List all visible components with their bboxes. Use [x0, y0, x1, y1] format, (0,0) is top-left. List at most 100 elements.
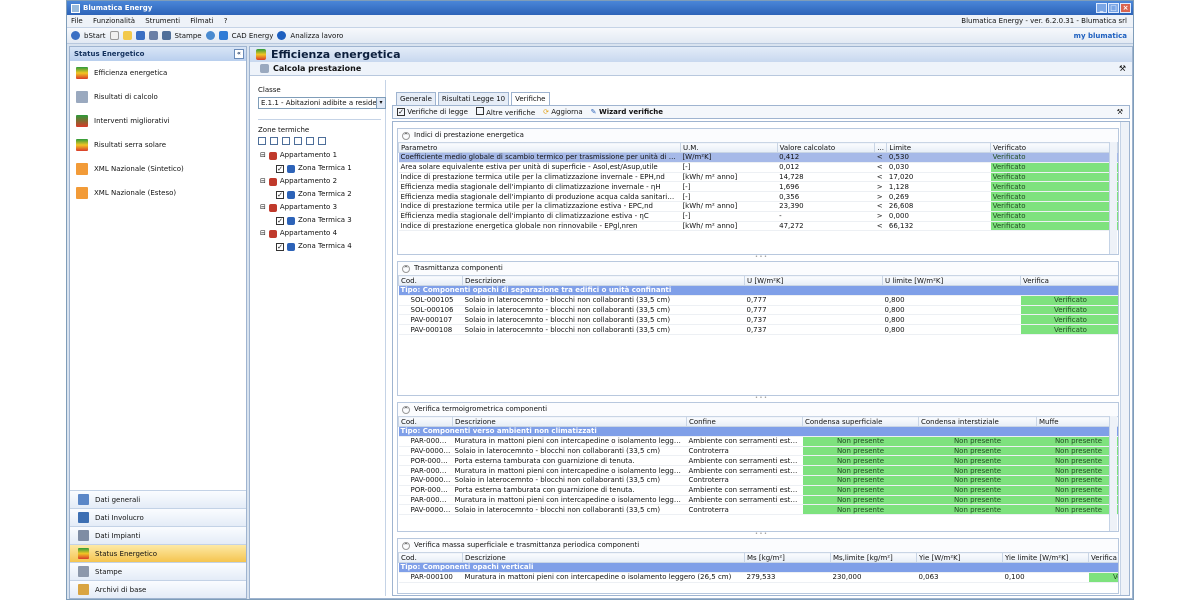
col-header[interactable]: Verifica	[1088, 552, 1118, 563]
wizard-verifiche-button[interactable]: ✎ Wizard verifiche	[591, 108, 663, 116]
table-scrollbar[interactable]	[1109, 416, 1117, 531]
col-header[interactable]: Valore calcolato	[776, 142, 876, 153]
menu-file[interactable]: File	[71, 17, 83, 25]
table-row[interactable]: PAV-000098 Solaio in laterocemnto - blocc…	[398, 504, 1118, 516]
col-header[interactable]: Limite	[886, 142, 992, 153]
indici-header[interactable]: ^ Indici di prestazione energetica	[398, 129, 1118, 142]
col-header[interactable]: Condensa interstiziale	[918, 416, 1037, 427]
table-row[interactable]: Indice di prestazione termica utile per …	[398, 172, 1118, 183]
sidebar-item-interventi[interactable]: Interventi migliorativi	[70, 109, 246, 133]
tree-node-appartamento[interactable]: ⊟ Appartamento 3	[254, 201, 385, 214]
table-row[interactable]: POR-000099 Porta esterna tamburata con gu…	[398, 455, 1118, 467]
nav-status-energetico[interactable]: Status Energetico	[70, 544, 246, 562]
nav-dati-involucro[interactable]: Dati Involucro	[70, 508, 246, 526]
col-header[interactable]: ...	[874, 142, 888, 153]
open-folder-icon[interactable]	[122, 31, 132, 40]
close-button[interactable]: ×	[1120, 3, 1131, 13]
sidebar-item-risultati[interactable]: Risultati di calcolo	[70, 85, 246, 109]
check-all-icon[interactable]	[258, 137, 266, 145]
col-header[interactable]: Verificato	[990, 142, 1118, 153]
settings-icon[interactable]	[318, 137, 326, 145]
tree-node-appartamento[interactable]: ⊟ Appartamento 2	[254, 175, 385, 188]
collapse-icon[interactable]: ^	[402, 405, 410, 414]
aggiorna-button[interactable]: ⟳ Aggiorna	[543, 108, 583, 116]
table-row[interactable]: Indice di prestazione termica utile per …	[398, 201, 1118, 212]
nav-archivi[interactable]: Archivi di base	[70, 580, 246, 598]
menu-strumenti[interactable]: Strumenti	[145, 17, 180, 25]
table-row[interactable]: Efficienza media stagionale dell'impiant…	[398, 191, 1118, 202]
maximize-button[interactable]: □	[1108, 3, 1119, 13]
col-header[interactable]: Yie [W/m²K]	[916, 552, 1003, 563]
table-row[interactable]: PAV-000098 Solaio in laterocemnto - blocc…	[398, 475, 1118, 486]
col-header[interactable]: Ms,limite [kg/m²]	[830, 552, 917, 563]
col-header[interactable]: Muffe	[1036, 416, 1118, 427]
analizza-lavoro-button[interactable]: Analizza lavoro	[290, 28, 343, 44]
tab-generale[interactable]: Generale	[396, 92, 436, 105]
termo-header[interactable]: ^ Verifica termoigrometrica componenti	[398, 403, 1118, 416]
tree-node-zona[interactable]: ✓ Zona Termica 1	[254, 162, 385, 175]
verifiche-di-legge-toggle[interactable]: ✓ Verifiche di legge	[397, 108, 468, 116]
group-row[interactable]: Tipo: Componenti opachi di separazione t…	[398, 285, 1118, 296]
nav-dati-generali[interactable]: Dati generali	[70, 490, 246, 508]
collapse-icon[interactable]: ^	[402, 541, 410, 550]
tree-node-zona[interactable]: ✓ Zona Termica 2	[254, 188, 385, 201]
col-header[interactable]: Descrizione	[462, 275, 745, 286]
altre-verifiche-toggle[interactable]: Altre verifiche	[475, 107, 535, 117]
table-row[interactable]: POR-000099 Porta esterna tamburata con gu…	[398, 485, 1118, 496]
col-header[interactable]: Cod.	[398, 416, 453, 427]
col-header[interactable]: Ms [kg/m²]	[744, 552, 831, 563]
table-row[interactable]: Indice di prestazione energetica globale…	[398, 221, 1118, 232]
cad-energy-button[interactable]: CAD Energy	[232, 28, 274, 44]
menu-help[interactable]: ?	[224, 17, 228, 25]
tree-node-zona[interactable]: ✓ Zona Termica 4	[254, 240, 385, 253]
table-row[interactable]: Coefficiente medio globale di scambio te…	[398, 152, 1118, 163]
sidebar-item-efficienza[interactable]: Efficienza energetica	[70, 61, 246, 85]
zone-checkbox[interactable]: ✓	[276, 164, 284, 173]
zone-checkbox[interactable]: ✓	[276, 190, 284, 199]
col-header[interactable]: U [W/m²K]	[744, 275, 883, 286]
bstart-button[interactable]: bStart	[84, 28, 106, 44]
sidebar-item-xml-esteso[interactable]: XML Nazionale (Esteso)	[70, 181, 246, 205]
group-row[interactable]: Tipo: Componenti opachi verticali	[398, 562, 1118, 573]
collapse-icon[interactable]: ^	[402, 131, 410, 140]
collapse-tree-icon[interactable]	[294, 137, 302, 145]
my-blumatica-link[interactable]: my blumatica	[1074, 28, 1127, 44]
col-header[interactable]: Cod.	[398, 552, 463, 563]
new-file-icon[interactable]	[109, 31, 119, 40]
save-as-icon[interactable]	[148, 31, 158, 40]
table-row[interactable]: PAV-000108 Solaio in laterocemnto - blocc…	[398, 324, 1118, 335]
collapse-icon[interactable]: «	[234, 49, 244, 59]
col-header[interactable]: Condensa superficiale	[802, 416, 919, 427]
main-scrollbar[interactable]	[1120, 122, 1129, 595]
zone-checkbox[interactable]: ✓	[276, 216, 284, 225]
table-row[interactable]: PAR-000097 Muratura in mattoni pieni con …	[398, 495, 1118, 506]
classe-select[interactable]: E.1.1 - Abitazioni adibite a residenza c…	[258, 97, 386, 109]
nav-dati-impianti[interactable]: Dati Impianti	[70, 526, 246, 544]
tools-icon[interactable]: ⚒	[1117, 108, 1123, 116]
col-header[interactable]: Parametro	[398, 142, 681, 153]
tools-icon[interactable]: ⚒	[1119, 62, 1126, 76]
col-header[interactable]: U.M.	[679, 142, 778, 153]
splitter[interactable]: • • •	[393, 255, 1129, 260]
chevron-down-icon[interactable]: ▾	[376, 98, 385, 108]
table-row[interactable]: SOL-000106 Solaio in laterocemnto - blocc…	[398, 305, 1118, 316]
col-header[interactable]: Verifica	[1020, 275, 1118, 286]
table-row[interactable]: PAV-000107 Solaio in laterocemnto - blocc…	[398, 314, 1118, 326]
menu-filmati[interactable]: Filmati	[190, 17, 213, 25]
table-scrollbar[interactable]	[1109, 142, 1117, 254]
table-row[interactable]: PAR-000097 Muratura in mattoni pieni con …	[398, 436, 1118, 447]
zone-checkbox[interactable]: ✓	[276, 242, 284, 251]
splitter[interactable]: • • •	[393, 532, 1129, 537]
table-row[interactable]: PAR-000097 Muratura in mattoni pieni con …	[398, 465, 1118, 476]
uncheck-all-icon[interactable]	[270, 137, 278, 145]
col-header[interactable]: Yie limite [W/m²K]	[1002, 552, 1089, 563]
gear-icon[interactable]	[205, 31, 215, 40]
sidebar-item-xml-sintetico[interactable]: XML Nazionale (Sintetico)	[70, 157, 246, 181]
collapse-icon[interactable]: ^	[402, 264, 410, 273]
massa-header[interactable]: ^ Verifica massa superficiale e trasmitta…	[398, 539, 1118, 552]
table-row[interactable]: PAR-000100 Muratura in mattoni pieni con …	[398, 572, 1118, 583]
edit-icon[interactable]	[306, 137, 314, 145]
group-row[interactable]: Tipo: Componenti verso ambienti non clim…	[398, 426, 1118, 437]
tab-risultati-legge-10[interactable]: Risultati Legge 10	[437, 92, 510, 105]
trasmittanza-header[interactable]: ^ Trasmittanza componenti	[398, 262, 1118, 275]
